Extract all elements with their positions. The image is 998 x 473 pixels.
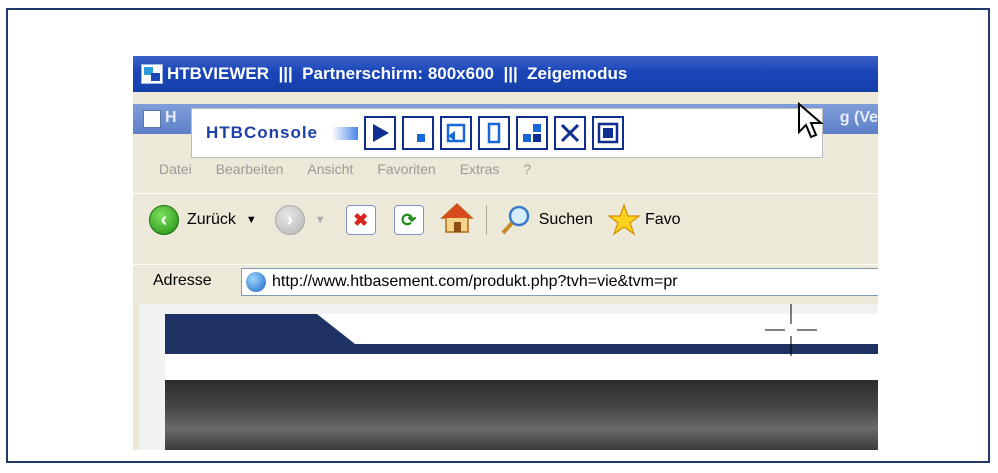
console-logo-text: HTBConsole [206,123,318,142]
portrait-icon[interactable] [478,116,510,150]
stop-button-icon[interactable]: ✖ [345,205,376,235]
menu-view[interactable]: Ansicht [307,161,353,177]
search-icon [501,205,529,235]
favorites-button[interactable]: Favo [607,203,681,237]
address-url: http://www.htbasement.com/produkt.php?tv… [272,273,678,290]
forward-button[interactable]: › ▼ [274,205,326,235]
menu-file[interactable]: Datei [159,161,192,177]
remote-screen: H g (Ve Datei Bearbeiten Ansicht Favorit… [133,56,878,450]
search-label: Suchen [538,211,593,228]
search-button[interactable]: Suchen [499,203,593,237]
console-logo-bar [332,126,358,140]
menu-bar: Datei Bearbeiten Ansicht Favoriten Extra… [133,156,878,182]
address-bar: Adresse http://www.htbasement.com/produk… [133,264,878,297]
mouse-pointer-icon [798,102,824,139]
ie-icon [143,110,161,128]
refresh-icon[interactable] [440,116,472,150]
back-label: Zurück [187,211,236,228]
console-logo: HTBConsole [206,123,358,143]
refresh-button-icon[interactable]: ⟳ [393,205,424,235]
star-icon [607,203,641,236]
forward-dropdown-icon[interactable]: ▼ [315,214,326,226]
quadrant-icon[interactable] [516,116,548,150]
stop-icon[interactable] [402,116,434,150]
menu-favorites[interactable]: Favoriten [377,161,435,177]
forward-arrow-icon: › [274,205,305,235]
address-input[interactable]: http://www.htbasement.com/produkt.php?tv… [241,268,878,296]
address-label: Adresse [153,272,212,289]
browser-title-start: H [165,109,177,126]
htbviewer-app-icon [141,64,163,84]
back-dropdown-icon[interactable]: ▼ [246,214,257,226]
home-icon[interactable] [439,201,474,240]
favorites-label: Favo [644,211,681,228]
crosshair-icon [765,304,817,356]
close-icon[interactable] [554,116,586,150]
play-icon[interactable] [364,116,396,150]
browser-title-end: g (Ve [839,109,878,126]
menu-extras[interactable]: Extras [460,161,500,177]
screenshot-frame: H g (Ve Datei Bearbeiten Ansicht Favorit… [6,8,990,463]
menu-edit[interactable]: Bearbeiten [216,161,284,177]
page-icon [246,272,266,292]
htbviewer-title: HTBVIEWER ||| Partnerschirm: 800x600 |||… [167,64,628,83]
menu-help[interactable]: ? [523,161,531,177]
htbviewer-titlebar: HTBVIEWER ||| Partnerschirm: 800x600 |||… [133,56,878,92]
back-arrow-icon: ‹ [149,205,179,235]
back-button[interactable]: ‹ Zurück ▼ [149,205,257,235]
toolbar-separator [485,205,487,235]
site-banner-photo [165,380,878,450]
htb-console: HTBConsole [191,108,823,158]
exit-pointer-icon[interactable] [592,116,624,150]
browser-toolbar: ‹ Zurück ▼ › ▼ ✖ ⟳ Suchen Favo [133,193,878,246]
